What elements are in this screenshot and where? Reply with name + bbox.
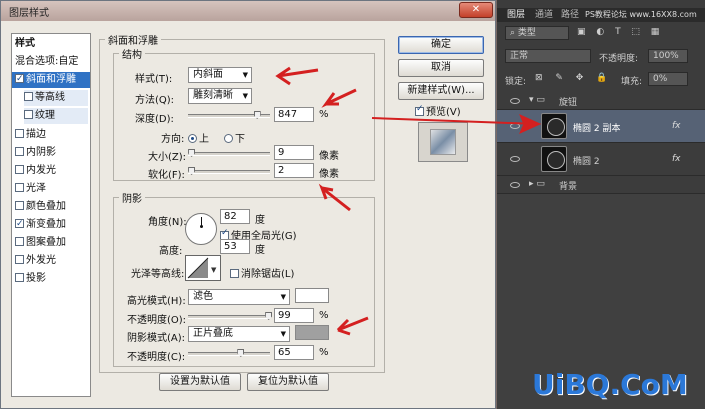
arrow-layer — [371, 117, 539, 125]
arrow-soften — [318, 183, 351, 212]
site-watermark-bottom: UiBQ.CoM — [532, 368, 688, 401]
arrow-shadow — [336, 316, 369, 336]
annotation-arrows — [275, 66, 542, 336]
arrow-method — [321, 88, 357, 108]
arrow-style — [275, 66, 319, 86]
